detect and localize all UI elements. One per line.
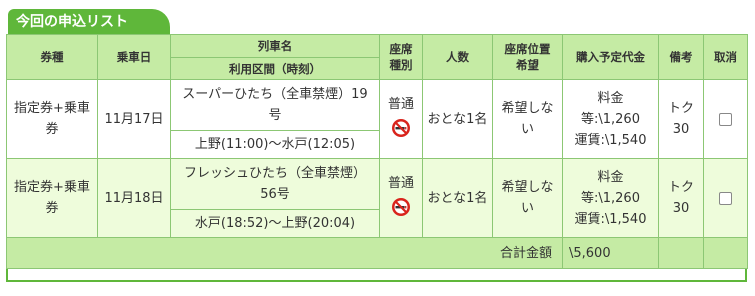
train-name-cell: フレッシュひたち（全車禁煙） 56号	[170, 158, 380, 210]
no-smoking-icon	[392, 118, 410, 137]
seat-pref-cell: 希望しな い	[492, 158, 563, 238]
total-empty-cancel	[703, 237, 748, 269]
cancel-cell	[703, 158, 748, 238]
header-section-time: 利用区間（時刻）	[170, 57, 380, 80]
seat-type-cell: 普通	[379, 158, 423, 238]
section-title: 今回の申込リスト	[8, 9, 170, 35]
total-value: \5,600	[562, 237, 659, 269]
header-board-date: 乗車日	[97, 34, 171, 80]
persons-cell: おとな1名	[422, 79, 493, 159]
header-seat-pref: 座席位置 希望	[492, 34, 563, 80]
seat-type-cell: 普通	[379, 79, 423, 159]
cancel-checkbox[interactable]	[719, 191, 732, 205]
header-ticket-type: 券種	[6, 34, 98, 80]
header-persons: 人数	[422, 34, 493, 80]
total-label: 合計金額	[6, 237, 563, 269]
ticket-type-cell: 指定券+乗車 券	[6, 158, 98, 238]
header-price: 購入予定代金	[562, 34, 659, 80]
notes-cell: トク 30	[658, 79, 704, 159]
header-cancel: 取消	[703, 34, 748, 80]
cancel-checkbox[interactable]	[719, 112, 732, 126]
section-time-cell: 水戸(18:52)〜上野(20:04)	[170, 209, 380, 238]
section-time-cell: 上野(11:00)〜水戸(12:05)	[170, 130, 380, 159]
seat-pref-cell: 希望しな い	[492, 79, 563, 159]
notes-cell: トク 30	[658, 158, 704, 238]
total-row: 合計金額 \5,600	[6, 237, 748, 269]
cancel-cell	[703, 79, 748, 159]
table-row: 指定券+乗車 券 11月18日 フレッシュひたち（全車禁煙） 56号 普通 おと…	[6, 158, 748, 238]
table-row: 指定券+乗車 券 11月17日 スーパーひたち（全車禁煙）19 号 普通 おとな…	[6, 79, 748, 159]
train-name-cell: スーパーひたち（全車禁煙）19 号	[170, 79, 380, 131]
header-train-name: 列車名	[170, 34, 380, 58]
no-smoking-icon	[392, 197, 410, 216]
total-empty-notes	[658, 237, 704, 269]
board-date-cell: 11月17日	[97, 79, 171, 159]
board-date-cell: 11月18日	[97, 158, 171, 238]
application-list-panel: 今回の申込リスト 券種 乗車日 列車名 座席 種別 人数 座席位置 希望 購入予…	[0, 0, 755, 296]
seat-type-label: 普通	[387, 96, 414, 112]
price-cell: 料金 等:\1,260 運賃:\1,540	[562, 79, 659, 159]
ticket-type-cell: 指定券+乗車 券	[6, 79, 98, 159]
seat-type-label: 普通	[387, 175, 414, 191]
header-notes: 備考	[658, 34, 704, 80]
application-table: 券種 乗車日 列車名 座席 種別 人数 座席位置 希望 購入予定代金 備考 取消…	[6, 34, 748, 269]
price-cell: 料金 等:\1,260 運賃:\1,540	[562, 158, 659, 238]
persons-cell: おとな1名	[422, 158, 493, 238]
header-seat-type: 座席 種別	[379, 34, 423, 80]
